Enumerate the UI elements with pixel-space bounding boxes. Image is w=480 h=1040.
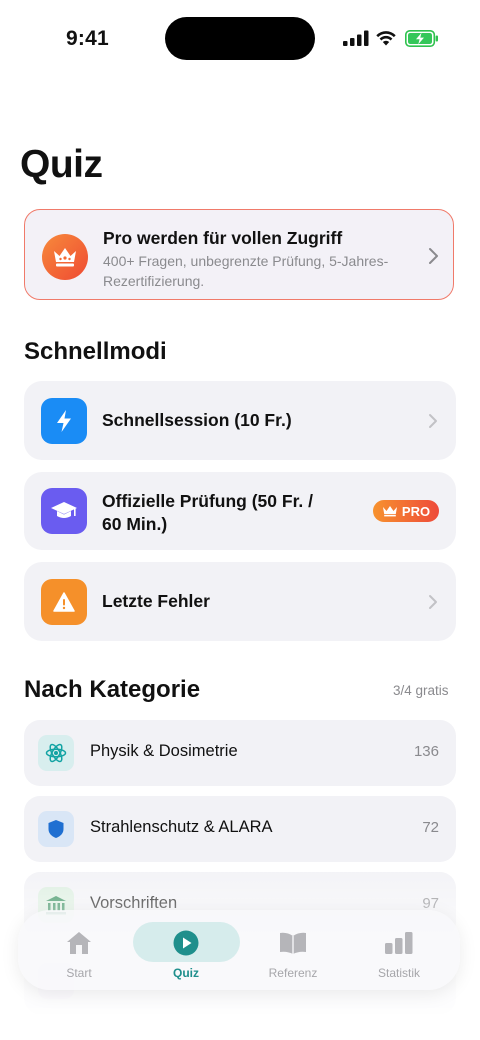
house-icon bbox=[65, 930, 93, 956]
status-time: 9:41 bbox=[66, 27, 109, 50]
pro-upgrade-banner[interactable]: Pro werden für vollen Zugriff 400+ Frage… bbox=[24, 209, 454, 300]
quick-session-card[interactable]: Schnellsession (10 Fr.) bbox=[24, 381, 456, 460]
pro-banner-subtitle: 400+ Fragen, unbegrenzte Prüfung, 5-Jahr… bbox=[103, 253, 389, 289]
category-label: Strahlenschutz & ALARA bbox=[90, 818, 273, 836]
lightning-icon bbox=[41, 398, 87, 444]
tab-bar: Start Quiz Referenz Statistik bbox=[18, 910, 460, 990]
crown-icon bbox=[382, 506, 397, 517]
graduation-cap-icon bbox=[41, 488, 87, 534]
category-item[interactable]: Physik & Dosimetrie 136 bbox=[24, 720, 456, 786]
chevron-right-icon bbox=[429, 595, 437, 609]
official-exam-label: Offizielle Prüfung (50 Fr. / 60 Min.) bbox=[102, 491, 313, 534]
tab-statistik[interactable]: Statistik bbox=[347, 910, 451, 990]
category-item[interactable]: Strahlenschutz & ALARA 72 bbox=[24, 796, 456, 862]
tab-label: Statistik bbox=[377, 966, 420, 980]
tab-label: Referenz bbox=[268, 966, 318, 980]
pro-badge: PRO bbox=[373, 500, 439, 522]
shield-icon bbox=[38, 811, 74, 847]
tab-label: Quiz bbox=[173, 966, 199, 980]
atom-icon bbox=[38, 735, 74, 771]
warning-icon bbox=[41, 579, 87, 625]
free-categories-count: 3/4 gratis bbox=[393, 683, 449, 698]
category-question-count: 136 bbox=[413, 743, 439, 760]
pro-banner-title: Pro werden für vollen Zugriff bbox=[103, 228, 343, 248]
crown-icon bbox=[42, 234, 88, 280]
page-title: Quiz bbox=[20, 143, 103, 186]
category-question-count: 72 bbox=[422, 819, 439, 836]
tab-referenz[interactable]: Referenz bbox=[241, 910, 345, 990]
chevron-right-icon bbox=[429, 248, 438, 264]
wifi-icon bbox=[376, 31, 396, 46]
tab-quiz[interactable]: Quiz bbox=[134, 910, 238, 990]
cellular-signal-icon bbox=[343, 30, 369, 46]
chevron-right-icon bbox=[429, 414, 437, 428]
book-icon bbox=[278, 930, 308, 956]
tab-label: Start bbox=[66, 966, 92, 980]
dynamic-island bbox=[165, 17, 315, 60]
recent-mistakes-label: Letzte Fehler bbox=[102, 591, 210, 611]
section-heading-quick-modes: Schnellmodi bbox=[24, 338, 167, 365]
tab-start[interactable]: Start bbox=[27, 910, 131, 990]
recent-mistakes-card[interactable]: Letzte Fehler bbox=[24, 562, 456, 641]
play-icon bbox=[173, 930, 199, 956]
battery-charging-icon bbox=[405, 30, 438, 47]
bar-chart-icon bbox=[384, 930, 414, 956]
category-label: Physik & Dosimetrie bbox=[90, 742, 238, 760]
section-heading-categories: Nach Kategorie bbox=[24, 676, 201, 703]
quick-session-label: Schnellsession (10 Fr.) bbox=[102, 410, 292, 430]
official-exam-card[interactable]: Offizielle Prüfung (50 Fr. / 60 Min.) PR… bbox=[24, 472, 456, 550]
